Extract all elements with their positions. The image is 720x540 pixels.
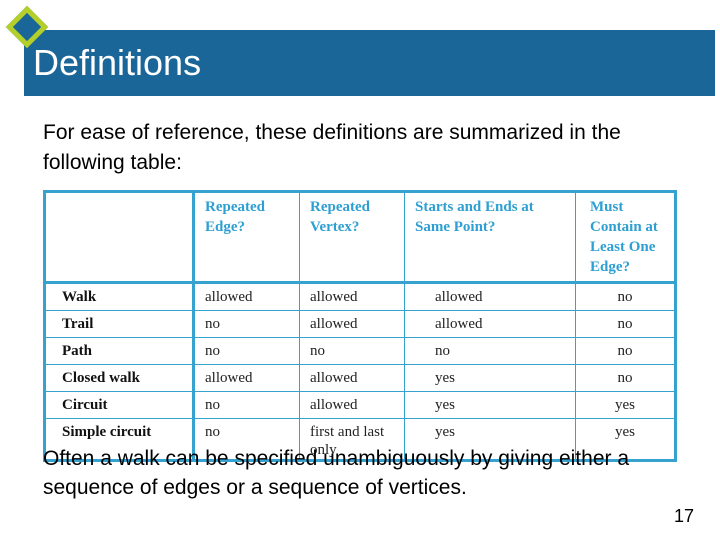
table-row: Trail no allowed allowed no [44, 310, 676, 338]
table-cell: no [575, 337, 676, 365]
table-cell: allowed [404, 282, 576, 311]
table-row: Closed walk allowed allowed yes no [44, 364, 676, 392]
row-label: Circuit [44, 391, 195, 419]
table-cell: no [193, 310, 300, 338]
table-cell: no [575, 364, 676, 392]
row-label: Walk [44, 282, 195, 311]
table-cell: allowed [404, 310, 576, 338]
table-cell: allowed [299, 282, 405, 311]
table-cell: allowed [193, 364, 300, 392]
table-header-min-one-edge: Must Contain at Least One Edge? [575, 191, 676, 284]
table-cell: no [404, 337, 576, 365]
slide-title: Definitions [33, 42, 202, 83]
table-header-corner [44, 191, 195, 284]
table-cell: no [193, 391, 300, 419]
table-cell: allowed [299, 391, 405, 419]
table-header-row: Repeated Edge? Repeated Vertex? Starts a… [44, 191, 676, 284]
table-row: Walk allowed allowed allowed no [44, 282, 676, 311]
table-cell: allowed [193, 282, 300, 311]
table-cell: no [193, 337, 300, 365]
table-cell: yes [404, 364, 576, 392]
table-cell: allowed [299, 310, 405, 338]
table-header-starts-ends-same: Starts and Ends at Same Point? [404, 191, 576, 284]
definitions-table: Repeated Edge? Repeated Vertex? Starts a… [43, 190, 677, 462]
table-cell: no [575, 310, 676, 338]
row-label: Trail [44, 310, 195, 338]
row-label: Path [44, 337, 195, 365]
table-header-repeated-edge: Repeated Edge? [193, 191, 300, 284]
outro-paragraph: Often a walk can be specified unambiguou… [43, 447, 630, 499]
table-cell: no [299, 337, 405, 365]
table-cell: yes [575, 391, 676, 419]
table-header-repeated-vertex: Repeated Vertex? [299, 191, 405, 284]
page-number: 17 [673, 506, 694, 526]
intro-paragraph: For ease of reference, these definitions… [43, 121, 621, 174]
table-row: Circuit no allowed yes yes [44, 391, 676, 419]
table-cell: allowed [299, 364, 405, 392]
row-label: Closed walk [44, 364, 195, 392]
table-cell: yes [404, 391, 576, 419]
table-row: Path no no no no [44, 337, 676, 365]
table-cell: no [575, 282, 676, 311]
